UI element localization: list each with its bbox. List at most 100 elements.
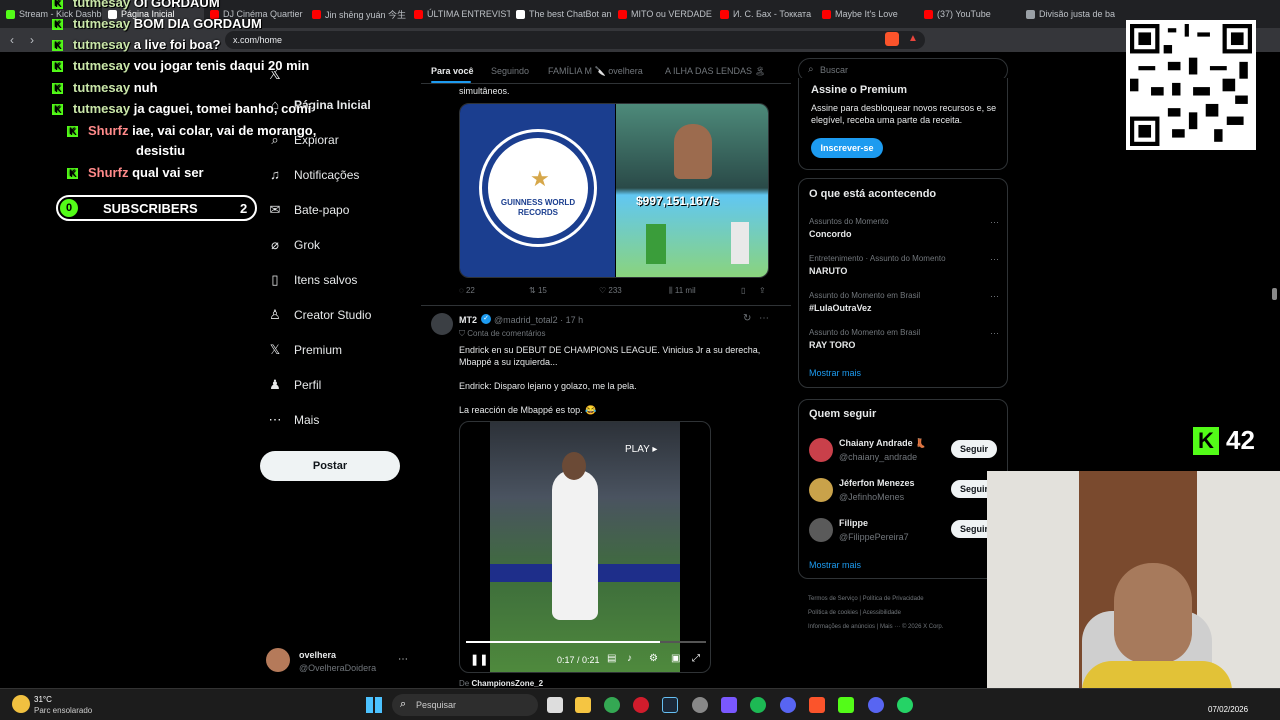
trend-item[interactable]: Assuntos do Momento Concordo ⋯ (809, 217, 999, 239)
sidebar-item-notifications[interactable]: ♫ Notificações (268, 168, 359, 183)
show-more-link[interactable]: Mostrar mais (809, 368, 861, 378)
url-field[interactable]: x.com/home (225, 31, 925, 49)
sidebar-item-creator-studio[interactable]: ♙ Creator Studio (268, 308, 371, 323)
app-icon[interactable] (780, 697, 796, 713)
more-icon[interactable]: ⋯ (759, 313, 769, 324)
opera-icon[interactable] (633, 697, 649, 713)
footer-link[interactable]: Acessibilidade (863, 610, 901, 616)
apps-icon[interactable] (721, 697, 737, 713)
taskbar-search[interactable]: ⌕ Pesquisar (392, 694, 538, 716)
viewer-count: 42 (1226, 425, 1255, 455)
badge-icon: ⛉ (459, 329, 468, 338)
brave-icon[interactable] (809, 697, 825, 713)
browser-tab[interactable]: (37) YouTube (918, 0, 1020, 28)
footer-link[interactable]: Mais ··· (880, 624, 900, 630)
share-icon[interactable]: ⇪ (759, 286, 766, 295)
weather-icon[interactable] (12, 695, 30, 713)
steam-icon[interactable] (662, 697, 678, 713)
more-icon[interactable]: ⋯ (990, 328, 999, 339)
browser-tab[interactable]: ÚLTIMA ENTREVISTA (408, 0, 510, 28)
reply-button[interactable]: ◌ 22 (459, 286, 475, 295)
browser-tab[interactable]: MITO ou VERDADE (612, 0, 714, 28)
tab-for-you[interactable]: Para você (431, 66, 474, 76)
person-figure (674, 124, 712, 179)
scrollbar-thumb[interactable] (1272, 288, 1277, 300)
alert-icon[interactable]: ▲ (908, 33, 918, 44)
follow-suggestion[interactable]: Chaiany Andrade 👢 @chaiany_andrade Segui… (809, 436, 1007, 466)
tab-community[interactable]: FAMÍLIA M 🔪 ovelhera (548, 66, 643, 77)
bookmark-icon[interactable]: ▯ (741, 286, 745, 295)
youtube-icon (618, 9, 627, 19)
kick-icon: K (52, 40, 63, 52)
volume-icon[interactable]: ♪ (627, 653, 632, 664)
tab-community[interactable]: A ILHA DAS LENDAS 🏝 (665, 66, 766, 77)
footer-link[interactable]: Política de Privacidade (863, 596, 924, 602)
follow-button[interactable]: Seguir (951, 440, 997, 458)
video-player[interactable]: PLAY ▸ ❚❚ 0:17 / 0:21 ▤ ♪ ⚙ ▣ ⤢ (459, 421, 711, 673)
chrome-icon[interactable] (604, 697, 620, 713)
avatar (266, 648, 290, 672)
post-author[interactable]: MT2 (459, 315, 477, 325)
pip-icon[interactable]: ▣ (671, 653, 680, 664)
account-handle: @OvelheraDoidera (299, 663, 377, 673)
repost-button[interactable]: ⇅ 15 (529, 286, 547, 295)
trend-item[interactable]: Assunto do Momento em Brasil #LulaOutraVe… (809, 291, 999, 313)
post-media[interactable]: ★ GUINNESS WORLD RECORDS $997,151,167/s (459, 103, 769, 278)
sidebar-item-more[interactable]: ⋯ Mais (268, 413, 320, 428)
sidebar-item-messages[interactable]: ✉ Bate-papo (268, 203, 350, 218)
video-progress-track[interactable] (466, 641, 706, 643)
task-view-icon[interactable] (547, 697, 563, 713)
more-icon[interactable]: ⋯ (990, 254, 999, 265)
forward-icon[interactable]: › (30, 33, 34, 47)
brave-icon[interactable] (885, 32, 899, 46)
video-play-label[interactable]: PLAY ▸ (625, 444, 657, 455)
weather-condition: Parc ensolarado (34, 706, 93, 715)
fullscreen-icon[interactable]: ⤢ (692, 653, 700, 664)
footer-link[interactable]: Política de cookies (808, 610, 858, 616)
browser-tab[interactable]: Maybe It's Love (816, 0, 918, 28)
pause-icon[interactable]: ❚❚ (470, 653, 488, 666)
follow-suggestion[interactable]: Filippe @FilippePereira7 Seguir (809, 516, 1007, 546)
file-explorer-icon[interactable] (575, 697, 591, 713)
footer-link[interactable]: Termos de Serviço (808, 596, 858, 602)
github-icon[interactable] (692, 697, 708, 713)
show-more-link[interactable]: Mostrar mais (809, 560, 861, 570)
source-account-link[interactable]: ChampionsZone_2 (471, 679, 543, 688)
back-icon[interactable]: ‹ (10, 33, 14, 47)
youtube-icon (924, 9, 933, 19)
more-icon[interactable]: ⋯ (990, 217, 999, 228)
post-button[interactable]: Postar (260, 451, 400, 481)
trend-item[interactable]: Entretenimento · Assunto do Momento NARUT… (809, 254, 999, 276)
footer-link[interactable]: Informações de anúncios (808, 624, 875, 630)
more-icon[interactable]: ⋯ (398, 654, 408, 665)
kick-icon[interactable] (838, 697, 854, 713)
settings-icon[interactable]: ⚙ (649, 653, 658, 664)
browser-tab[interactable]: The best ChatBot an (510, 0, 612, 28)
tab-following[interactable]: Seguindo (491, 66, 529, 76)
premium-title: Assine o Premium (811, 84, 907, 96)
sidebar-item-bookmarks[interactable]: ▯ Itens salvos (268, 273, 357, 288)
start-icon[interactable] (366, 697, 382, 713)
sidebar-item-grok[interactable]: ⌀ Grok (268, 238, 320, 253)
follow-suggestion[interactable]: Jéferfon Menezes @JefinhoMenes Seguir (809, 476, 1007, 506)
account-switcher[interactable]: ovelhera @OvelheraDoidera ⋯ (266, 646, 411, 676)
more-icon[interactable]: ⋯ (990, 291, 999, 302)
search-icon: ⌕ (400, 698, 407, 710)
whatsapp-icon[interactable] (897, 697, 913, 713)
sidebar-item-profile[interactable]: ♟ Perfil (268, 378, 321, 393)
browser-tab[interactable]: И. С. Бах - Токката (714, 0, 816, 28)
post-handle[interactable]: @madrid_total2 · 17 h (494, 315, 583, 325)
discord-icon[interactable] (868, 697, 884, 713)
captions-icon[interactable]: ▤ (607, 653, 616, 664)
like-button[interactable]: ♡ 233 (599, 286, 622, 295)
spotify-icon[interactable] (750, 697, 766, 713)
subscribe-button[interactable]: Inscrever-se (811, 138, 883, 158)
browser-tab[interactable]: Divisão justa de ba (1020, 0, 1122, 28)
post-avatar[interactable] (431, 313, 453, 335)
chat-message: Ktutmesay ja caguei, tomei banho, comi (52, 101, 311, 116)
trend-item[interactable]: Assunto do Momento em Brasil RAY TORO ⋯ (809, 328, 999, 350)
browser-tab[interactable]: Jin shēng yuán 今生 (306, 0, 408, 28)
sidebar-item-premium[interactable]: 𝕏 Premium (268, 343, 342, 358)
grok-icon[interactable]: ↻ (743, 313, 751, 324)
views-button[interactable]: ⫼ 11 mil (669, 286, 696, 296)
